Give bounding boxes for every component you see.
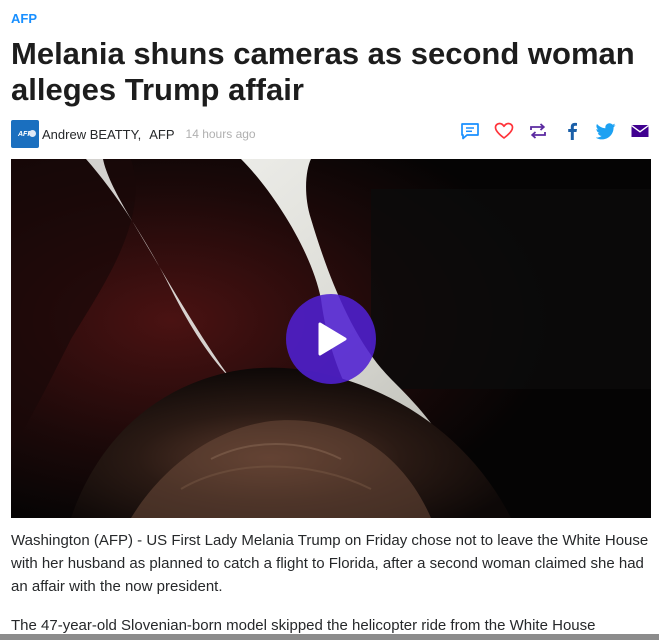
share-actions xyxy=(447,120,651,142)
bottom-bar xyxy=(0,634,659,640)
twitter-icon xyxy=(596,122,616,139)
provider-logo-mark xyxy=(29,130,36,137)
timestamp: 14 hours ago xyxy=(185,127,256,141)
facebook-icon xyxy=(568,122,577,140)
retweet-icon xyxy=(530,123,546,139)
comments-icon xyxy=(461,123,479,140)
provider-name[interactable]: AFP xyxy=(149,127,174,142)
mail-icon xyxy=(631,124,649,137)
article-paragraph: Washington (AFP) - US First Lady Melania… xyxy=(11,532,649,595)
play-icon xyxy=(318,322,347,356)
article-headline: Melania shuns cameras as second woman al… xyxy=(11,36,635,107)
comments-button[interactable] xyxy=(459,120,481,142)
facebook-share-button[interactable] xyxy=(561,120,583,142)
heart-icon xyxy=(494,122,514,139)
twitter-share-button[interactable] xyxy=(595,120,617,142)
like-button[interactable] xyxy=(493,120,515,142)
provider-logo[interactable]: AFP xyxy=(11,120,39,148)
source-link[interactable]: AFP xyxy=(11,11,37,26)
author-name[interactable]: Andrew BEATTY, xyxy=(42,127,141,142)
play-button[interactable] xyxy=(286,294,376,384)
email-share-button[interactable] xyxy=(629,120,651,142)
video-player[interactable] xyxy=(11,159,651,518)
reblog-button[interactable] xyxy=(527,120,549,142)
